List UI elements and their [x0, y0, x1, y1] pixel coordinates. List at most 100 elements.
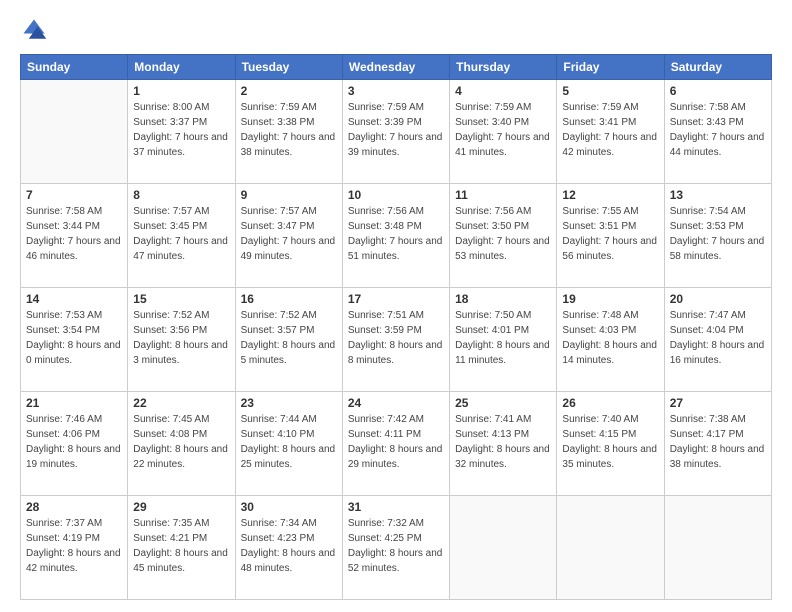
- day-cell: 17 Sunrise: 7:51 AMSunset: 3:59 PMDayligh…: [342, 288, 449, 392]
- day-cell: 24 Sunrise: 7:42 AMSunset: 4:11 PMDayligh…: [342, 392, 449, 496]
- day-info: Sunrise: 7:57 AMSunset: 3:45 PMDaylight:…: [133, 204, 229, 264]
- day-number: 21: [26, 396, 122, 410]
- day-info: Sunrise: 7:59 AMSunset: 3:40 PMDaylight:…: [455, 100, 551, 160]
- page: SundayMondayTuesdayWednesdayThursdayFrid…: [0, 0, 792, 612]
- day-cell: 14 Sunrise: 7:53 AMSunset: 3:54 PMDayligh…: [21, 288, 128, 392]
- week-row-0: 1 Sunrise: 8:00 AMSunset: 3:37 PMDaylight…: [21, 80, 772, 184]
- day-info: Sunrise: 7:58 AMSunset: 3:43 PMDaylight:…: [670, 100, 766, 160]
- day-number: 24: [348, 396, 444, 410]
- day-cell: 23 Sunrise: 7:44 AMSunset: 4:10 PMDayligh…: [235, 392, 342, 496]
- week-row-2: 14 Sunrise: 7:53 AMSunset: 3:54 PMDayligh…: [21, 288, 772, 392]
- day-number: 19: [562, 292, 658, 306]
- logo: [20, 16, 52, 44]
- day-number: 16: [241, 292, 337, 306]
- day-number: 23: [241, 396, 337, 410]
- day-number: 27: [670, 396, 766, 410]
- day-number: 14: [26, 292, 122, 306]
- day-info: Sunrise: 7:41 AMSunset: 4:13 PMDaylight:…: [455, 412, 551, 472]
- day-cell: 10 Sunrise: 7:56 AMSunset: 3:48 PMDayligh…: [342, 184, 449, 288]
- day-number: 18: [455, 292, 551, 306]
- day-info: Sunrise: 7:59 AMSunset: 3:38 PMDaylight:…: [241, 100, 337, 160]
- day-info: Sunrise: 7:48 AMSunset: 4:03 PMDaylight:…: [562, 308, 658, 368]
- col-header-thursday: Thursday: [450, 55, 557, 80]
- day-cell: [21, 80, 128, 184]
- day-info: Sunrise: 7:45 AMSunset: 4:08 PMDaylight:…: [133, 412, 229, 472]
- day-cell: 20Sunrise: 7:47 AMSunset: 4:04 PMDayligh…: [664, 288, 771, 392]
- day-info: Sunrise: 7:38 AMSunset: 4:17 PMDaylight:…: [670, 412, 766, 472]
- col-header-friday: Friday: [557, 55, 664, 80]
- day-info: Sunrise: 7:58 AMSunset: 3:44 PMDaylight:…: [26, 204, 122, 264]
- day-cell: 7 Sunrise: 7:58 AMSunset: 3:44 PMDaylight…: [21, 184, 128, 288]
- day-number: 30: [241, 500, 337, 514]
- day-cell: 15Sunrise: 7:52 AMSunset: 3:56 PMDayligh…: [128, 288, 235, 392]
- day-cell: 2 Sunrise: 7:59 AMSunset: 3:38 PMDaylight…: [235, 80, 342, 184]
- day-number: 11: [455, 188, 551, 202]
- day-cell: 29 Sunrise: 7:35 AMSunset: 4:21 PMDayligh…: [128, 496, 235, 600]
- day-cell: [450, 496, 557, 600]
- col-header-wednesday: Wednesday: [342, 55, 449, 80]
- day-number: 3: [348, 84, 444, 98]
- day-info: Sunrise: 7:47 AMSunset: 4:04 PMDaylight:…: [670, 308, 766, 368]
- day-number: 7: [26, 188, 122, 202]
- logo-icon: [20, 16, 48, 44]
- day-info: Sunrise: 7:50 AMSunset: 4:01 PMDaylight:…: [455, 308, 551, 368]
- day-number: 13: [670, 188, 766, 202]
- day-cell: 5Sunrise: 7:59 AMSunset: 3:41 PMDaylight…: [557, 80, 664, 184]
- day-cell: 27 Sunrise: 7:38 AMSunset: 4:17 PMDayligh…: [664, 392, 771, 496]
- day-info: Sunrise: 7:56 AMSunset: 3:48 PMDaylight:…: [348, 204, 444, 264]
- day-cell: 12 Sunrise: 7:55 AMSunset: 3:51 PMDayligh…: [557, 184, 664, 288]
- day-cell: 21 Sunrise: 7:46 AMSunset: 4:06 PMDayligh…: [21, 392, 128, 496]
- day-info: Sunrise: 7:44 AMSunset: 4:10 PMDaylight:…: [241, 412, 337, 472]
- day-number: 17: [348, 292, 444, 306]
- day-number: 2: [241, 84, 337, 98]
- day-number: 1: [133, 84, 229, 98]
- header-row: SundayMondayTuesdayWednesdayThursdayFrid…: [21, 55, 772, 80]
- day-info: Sunrise: 7:53 AMSunset: 3:54 PMDaylight:…: [26, 308, 122, 368]
- day-cell: 28 Sunrise: 7:37 AMSunset: 4:19 PMDayligh…: [21, 496, 128, 600]
- day-cell: 6 Sunrise: 7:58 AMSunset: 3:43 PMDaylight…: [664, 80, 771, 184]
- day-number: 28: [26, 500, 122, 514]
- header: [20, 16, 772, 44]
- day-info: Sunrise: 7:37 AMSunset: 4:19 PMDaylight:…: [26, 516, 122, 576]
- day-cell: 31 Sunrise: 7:32 AMSunset: 4:25 PMDayligh…: [342, 496, 449, 600]
- day-cell: [557, 496, 664, 600]
- day-info: Sunrise: 7:46 AMSunset: 4:06 PMDaylight:…: [26, 412, 122, 472]
- week-row-3: 21 Sunrise: 7:46 AMSunset: 4:06 PMDayligh…: [21, 392, 772, 496]
- day-number: 10: [348, 188, 444, 202]
- day-info: Sunrise: 7:52 AMSunset: 3:57 PMDaylight:…: [241, 308, 337, 368]
- day-number: 4: [455, 84, 551, 98]
- week-row-1: 7 Sunrise: 7:58 AMSunset: 3:44 PMDaylight…: [21, 184, 772, 288]
- day-cell: 19 Sunrise: 7:48 AMSunset: 4:03 PMDayligh…: [557, 288, 664, 392]
- day-cell: 18 Sunrise: 7:50 AMSunset: 4:01 PMDayligh…: [450, 288, 557, 392]
- day-cell: 11 Sunrise: 7:56 AMSunset: 3:50 PMDayligh…: [450, 184, 557, 288]
- day-cell: 16 Sunrise: 7:52 AMSunset: 3:57 PMDayligh…: [235, 288, 342, 392]
- calendar-table: SundayMondayTuesdayWednesdayThursdayFrid…: [20, 54, 772, 600]
- day-info: Sunrise: 7:52 AMSunset: 3:56 PMDaylight:…: [133, 308, 229, 368]
- day-number: 26: [562, 396, 658, 410]
- col-header-monday: Monday: [128, 55, 235, 80]
- day-number: 31: [348, 500, 444, 514]
- day-number: 6: [670, 84, 766, 98]
- day-info: Sunrise: 7:55 AMSunset: 3:51 PMDaylight:…: [562, 204, 658, 264]
- day-info: Sunrise: 7:35 AMSunset: 4:21 PMDaylight:…: [133, 516, 229, 576]
- day-cell: 22Sunrise: 7:45 AMSunset: 4:08 PMDayligh…: [128, 392, 235, 496]
- day-number: 9: [241, 188, 337, 202]
- day-cell: 9 Sunrise: 7:57 AMSunset: 3:47 PMDaylight…: [235, 184, 342, 288]
- day-info: Sunrise: 7:57 AMSunset: 3:47 PMDaylight:…: [241, 204, 337, 264]
- day-info: Sunrise: 7:32 AMSunset: 4:25 PMDaylight:…: [348, 516, 444, 576]
- day-cell: 25 Sunrise: 7:41 AMSunset: 4:13 PMDayligh…: [450, 392, 557, 496]
- day-cell: 8Sunrise: 7:57 AMSunset: 3:45 PMDaylight…: [128, 184, 235, 288]
- col-header-tuesday: Tuesday: [235, 55, 342, 80]
- day-number: 29: [133, 500, 229, 514]
- col-header-sunday: Sunday: [21, 55, 128, 80]
- day-number: 25: [455, 396, 551, 410]
- col-header-saturday: Saturday: [664, 55, 771, 80]
- day-info: Sunrise: 8:00 AMSunset: 3:37 PMDaylight:…: [133, 100, 229, 160]
- day-number: 12: [562, 188, 658, 202]
- day-info: Sunrise: 7:40 AMSunset: 4:15 PMDaylight:…: [562, 412, 658, 472]
- day-info: Sunrise: 7:56 AMSunset: 3:50 PMDaylight:…: [455, 204, 551, 264]
- day-info: Sunrise: 7:51 AMSunset: 3:59 PMDaylight:…: [348, 308, 444, 368]
- day-number: 5: [562, 84, 658, 98]
- day-cell: 26 Sunrise: 7:40 AMSunset: 4:15 PMDayligh…: [557, 392, 664, 496]
- day-info: Sunrise: 7:42 AMSunset: 4:11 PMDaylight:…: [348, 412, 444, 472]
